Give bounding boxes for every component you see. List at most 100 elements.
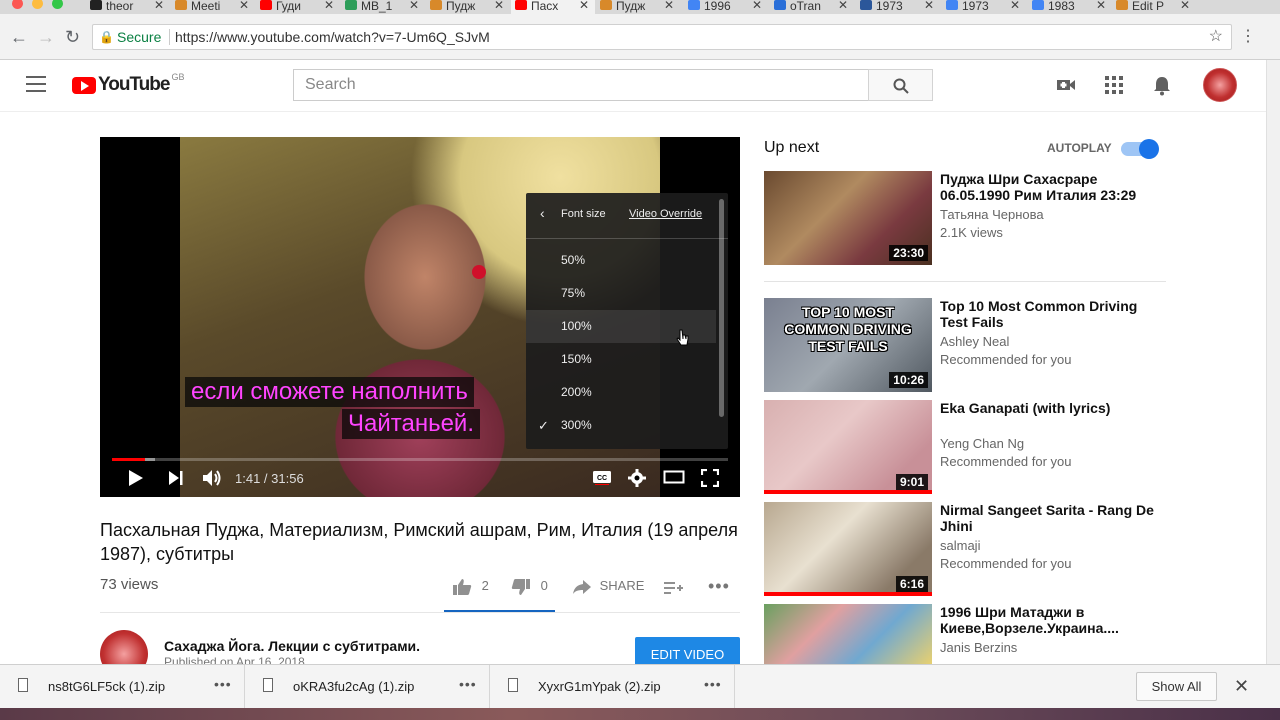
reload-icon[interactable]: ↻ [65, 28, 80, 46]
close-window-icon[interactable] [12, 0, 23, 9]
tab-close-icon[interactable]: ✕ [579, 0, 589, 11]
settings-scrollbar[interactable] [719, 199, 724, 417]
page-scrollbar[interactable] [1266, 60, 1280, 664]
download-item[interactable]: XyxrG1mYpak (2).zip ••• [490, 665, 735, 709]
tab-label: Гуди [276, 0, 302, 13]
recommended-video-title[interactable]: Top 10 Most Common Driving Test Fails [940, 298, 1160, 330]
tab-favicon-icon [688, 0, 700, 10]
browser-tab[interactable]: oTran ✕ [770, 0, 854, 14]
tab-close-icon[interactable]: ✕ [494, 0, 504, 11]
tab-close-icon[interactable]: ✕ [1010, 0, 1020, 11]
theater-mode-icon[interactable] [663, 469, 685, 485]
tab-favicon-icon [1116, 0, 1128, 10]
zoom-window-icon[interactable] [52, 0, 63, 9]
browser-tab[interactable]: Meeti ✕ [171, 0, 255, 14]
back-icon[interactable]: ← [10, 28, 28, 46]
youtube-logo[interactable]: YouTube GB [72, 72, 184, 96]
forward-icon[interactable]: → [37, 28, 55, 46]
autoplay-label: AUTOPLAY [1047, 141, 1112, 155]
share-button[interactable]: SHARE [572, 578, 644, 595]
font-size-option[interactable]: 50% [526, 244, 716, 277]
video-thumbnail[interactable]: 9:01 [764, 400, 932, 494]
url-field[interactable]: 🔒 Secure https://www.youtube.com/watch?v… [92, 24, 1232, 50]
tab-close-icon[interactable]: ✕ [409, 0, 419, 11]
tab-close-icon[interactable]: ✕ [1180, 0, 1190, 11]
recommended-channel: Yeng Chan Ng [940, 436, 1025, 451]
mouse-cursor-icon [676, 329, 689, 346]
tab-close-icon[interactable]: ✕ [154, 0, 164, 11]
fullscreen-icon[interactable] [701, 469, 719, 487]
settings-gear-icon[interactable] [628, 469, 646, 487]
browser-tab[interactable]: 1973 ✕ [856, 0, 940, 14]
tab-favicon-icon [600, 0, 612, 10]
font-size-option[interactable]: 200% [526, 376, 716, 409]
tab-close-icon[interactable]: ✕ [924, 0, 934, 11]
file-icon [508, 678, 518, 692]
account-avatar[interactable] [1203, 68, 1237, 102]
recommended-video-title[interactable]: Eka Ganapati (with lyrics) [940, 400, 1160, 416]
close-downloads-icon[interactable]: ✕ [1234, 676, 1249, 697]
video-thumbnail[interactable]: TOP 10 MOST COMMON DRIVING TEST FAILS 10:… [764, 298, 932, 392]
show-all-downloads-button[interactable]: Show All [1136, 672, 1217, 701]
download-options-icon[interactable]: ••• [704, 676, 722, 692]
minimize-window-icon[interactable] [32, 0, 43, 9]
tab-close-icon[interactable]: ✕ [664, 0, 674, 11]
browser-tab[interactable]: 1996 ✕ [684, 0, 768, 14]
search-button[interactable] [868, 69, 933, 101]
font-size-option[interactable]: 150% [526, 343, 716, 376]
browser-tab[interactable]: MB_1 ✕ [341, 0, 425, 14]
share-label: SHARE [599, 578, 645, 593]
browser-tab[interactable]: 1983 ✕ [1028, 0, 1112, 14]
channel-name[interactable]: Сахаджа Йога. Лекции с субтитрами. [164, 638, 420, 654]
captions-icon[interactable]: CC [592, 469, 612, 485]
youtube-masthead: YouTube GB Search [0, 60, 1266, 112]
font-size-option[interactable]: ✓ 300% [526, 409, 716, 442]
dislike-button[interactable]: 0 [511, 578, 548, 596]
play-icon[interactable] [128, 469, 144, 487]
apps-grid-icon[interactable] [1105, 76, 1123, 94]
recommended-video-title[interactable]: 1996 Шри Матаджи в Киеве,Ворзеле.Украина… [940, 604, 1160, 636]
edit-video-button[interactable]: EDIT VIDEO [635, 637, 740, 667]
browser-tab[interactable]: Edit P ✕ [1112, 0, 1196, 14]
download-options-icon[interactable]: ••• [214, 676, 232, 692]
hamburger-menu-icon[interactable] [26, 76, 46, 92]
browser-menu-icon[interactable]: ⋮ [1240, 26, 1256, 46]
autoplay-toggle[interactable] [1121, 139, 1159, 159]
tab-close-icon[interactable]: ✕ [324, 0, 334, 11]
browser-tab[interactable]: Пудж ✕ [596, 0, 680, 14]
browser-tab[interactable]: Гуди ✕ [256, 0, 340, 14]
chevron-left-icon[interactable]: ‹ [540, 205, 545, 221]
tab-close-icon[interactable]: ✕ [838, 0, 848, 11]
video-duration: 23:30 [889, 245, 928, 261]
download-options-icon[interactable]: ••• [459, 676, 477, 692]
download-item[interactable]: oKRA3fu2cAg (1).zip ••• [245, 665, 490, 709]
bookmark-star-icon[interactable]: ☆ [1209, 25, 1223, 49]
recommended-meta: Recommended for you [940, 352, 1072, 367]
tab-close-icon[interactable]: ✕ [239, 0, 249, 11]
video-thumbnail[interactable] [764, 604, 932, 664]
video-player[interactable]: если сможете наполнить Чайтаньей. ‹ Font… [100, 137, 740, 497]
progress-bar[interactable] [112, 458, 728, 461]
upload-video-icon[interactable] [1056, 76, 1076, 94]
search-input[interactable]: Search [293, 69, 869, 101]
volume-icon[interactable] [202, 469, 222, 487]
more-actions-icon[interactable]: ••• [708, 576, 730, 597]
add-to-playlist-icon[interactable] [664, 580, 684, 596]
browser-tab[interactable]: 1973 ✕ [942, 0, 1026, 14]
tab-close-icon[interactable]: ✕ [752, 0, 762, 11]
notifications-bell-icon[interactable] [1153, 76, 1171, 96]
next-video-icon[interactable] [168, 469, 184, 487]
video-thumbnail[interactable]: 6:16 [764, 502, 932, 596]
font-size-option[interactable]: 75% [526, 277, 716, 310]
video-thumbnail[interactable]: 23:30 [764, 171, 932, 265]
download-item[interactable]: ns8tG6LF5ck (1).zip ••• [0, 665, 245, 709]
browser-tab[interactable]: Пасх ✕ [511, 0, 595, 14]
recommended-video-title[interactable]: Nirmal Sangeet Sarita - Rang De Jhini [940, 502, 1160, 534]
recommended-video-title[interactable]: Пуджа Шри Сахасраре 06.05.1990 Рим Итали… [940, 171, 1160, 203]
tab-close-icon[interactable]: ✕ [1096, 0, 1106, 11]
browser-tab[interactable]: theor ✕ [86, 0, 170, 14]
browser-tab[interactable]: Пудж ✕ [426, 0, 510, 14]
video-override-link[interactable]: Video Override [629, 208, 702, 220]
like-button[interactable]: 2 [452, 578, 489, 596]
logo-text: YouTube [98, 74, 170, 95]
